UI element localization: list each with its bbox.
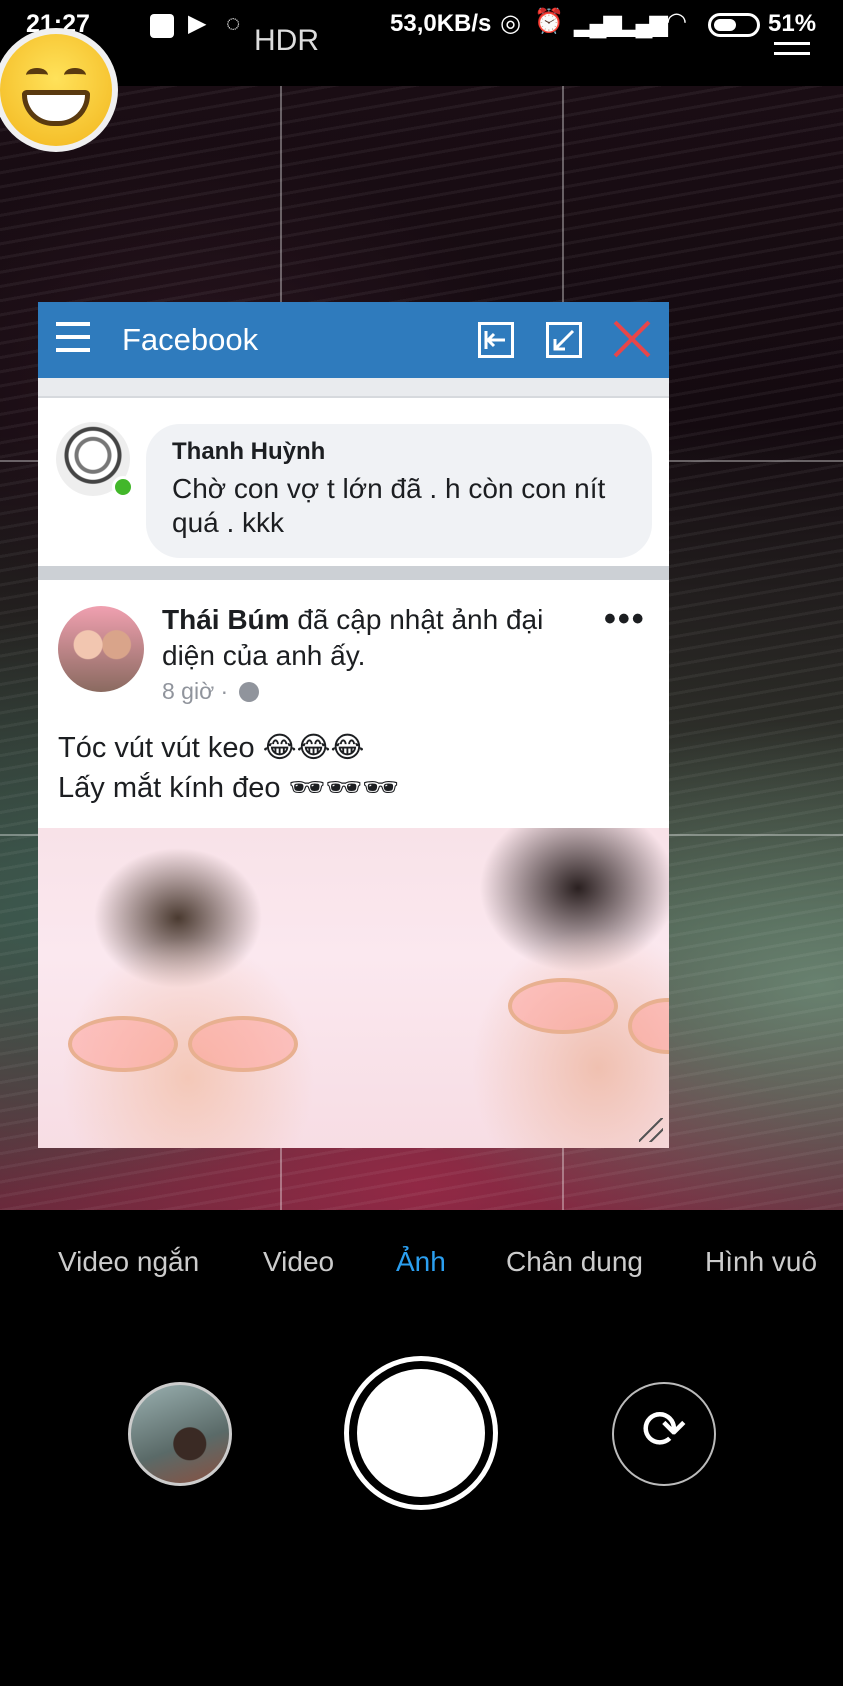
facebook-floating-window[interactable]: Facebook Thanh Huỳnh Chờ con vợ t lớn đã…: [38, 302, 669, 1148]
comment-bubble[interactable]: Thanh Huỳnh Chờ con vợ t lớn đã . h còn …: [146, 424, 652, 558]
post-header: Thái Búm đã cập nhật ảnh đại diện của an…: [162, 602, 582, 674]
camera-mode-selector[interactable]: Video ngắn Video Ảnh Chân dung Hình vuô: [0, 1246, 843, 1286]
gallery-thumbnail[interactable]: [128, 1382, 232, 1486]
sunglasses-lens: [628, 998, 669, 1054]
maximize-icon[interactable]: [546, 322, 582, 358]
status-bar: 21:27 ▶ ◌ HDR 53,0KB/s ◎ ⏰ ▂▄▆ ▂▄▆ ◠ 51%: [0, 0, 843, 86]
hdr-label[interactable]: HDR: [254, 24, 319, 58]
play-store-icon: ▶: [188, 10, 207, 37]
post-photo[interactable]: [38, 828, 669, 1148]
mode-portrait[interactable]: Chân dung: [506, 1246, 643, 1278]
window-title: Facebook: [122, 322, 259, 357]
post-text-line: Tóc vút vút keo 😂😂😂: [58, 732, 365, 764]
online-status-dot: [112, 476, 134, 498]
minimize-to-edge-icon[interactable]: [478, 322, 514, 358]
comment-text: Chờ con vợ t lớn đã . h còn con nít quá …: [172, 473, 606, 538]
signal-icon: ▂▄▆: [574, 10, 622, 37]
comment-author[interactable]: Thanh Huỳnh: [172, 438, 626, 466]
globe-icon: [238, 682, 259, 702]
mode-video[interactable]: Video: [263, 1246, 334, 1278]
post-text: Tóc vút vút keo 😂😂😂 Lấy mắt kính đeo 🕶🕶🕶: [58, 728, 399, 808]
comment-item[interactable]: Thanh Huỳnh Chờ con vợ t lớn đã . h còn …: [38, 398, 669, 566]
sunglasses-lens: [188, 1016, 298, 1072]
shutter-button[interactable]: [344, 1356, 498, 1510]
post-text-line: Lấy mắt kính đeo 🕶🕶🕶: [58, 772, 399, 804]
signal-icon: ▂▄▆: [620, 10, 668, 37]
post-author[interactable]: Thái Búm: [162, 604, 290, 635]
notification-square-icon: [150, 14, 174, 38]
window-header: Facebook: [38, 302, 669, 378]
resize-handle-icon[interactable]: [639, 1118, 663, 1142]
wifi-icon: ◠: [666, 8, 687, 35]
post-card[interactable]: Thái Búm đã cập nhật ảnh đại diện của an…: [38, 580, 669, 824]
divider: [38, 566, 669, 580]
mode-square[interactable]: Hình vuô: [705, 1246, 825, 1278]
battery-icon: [708, 13, 760, 37]
camera-menu-icon[interactable]: [774, 42, 810, 62]
network-speed: 53,0KB/s: [390, 10, 492, 37]
close-icon[interactable]: [612, 318, 652, 358]
sunglasses-lens: [68, 1016, 178, 1072]
mode-short-video[interactable]: Video ngắn: [58, 1246, 199, 1278]
switch-camera-icon[interactable]: [612, 1382, 716, 1486]
post-time-text[interactable]: 8 giờ ·: [162, 678, 228, 704]
messenger-icon: ◌: [226, 10, 241, 37]
mode-photo[interactable]: Ảnh: [396, 1246, 446, 1278]
sunglasses-lens: [508, 978, 618, 1034]
grinning-emoji-icon: [0, 34, 112, 146]
battery-percent: 51%: [768, 10, 817, 37]
hotspot-icon: ◎: [500, 10, 521, 37]
alarm-icon: ⏰: [534, 8, 564, 35]
more-options-icon[interactable]: •••: [604, 600, 646, 639]
avatar[interactable]: [58, 606, 144, 692]
hamburger-menu-icon[interactable]: [56, 322, 90, 361]
divider: [38, 378, 669, 398]
post-time: 8 giờ ·: [162, 678, 259, 705]
